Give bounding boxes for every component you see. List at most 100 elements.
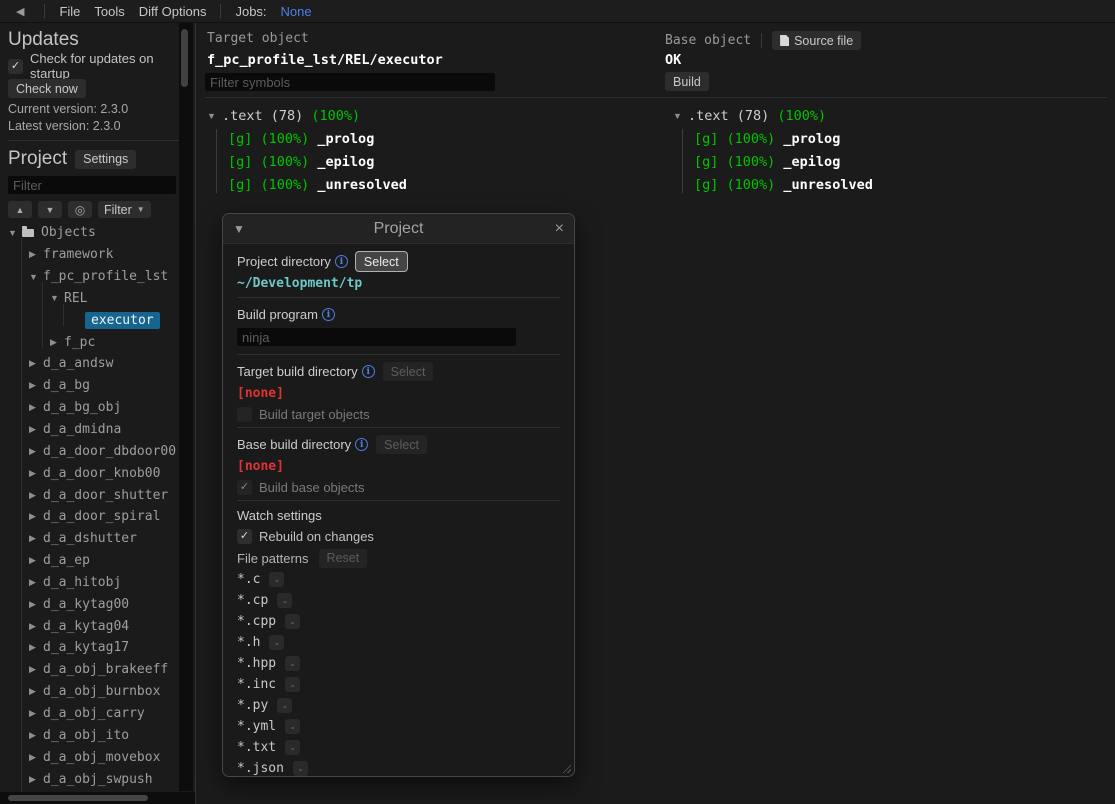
build-program-input[interactable] xyxy=(237,328,516,346)
check-now-button[interactable]: Check now xyxy=(8,79,86,98)
sidebar-vscrollbar-thumb[interactable] xyxy=(181,29,188,87)
chevron-collapsed-icon[interactable]: ▶ xyxy=(29,380,43,391)
chevron-expanded-icon[interactable]: ▼ xyxy=(8,228,22,238)
remove-pattern-button[interactable]: - xyxy=(285,677,300,692)
chevron-collapsed-icon[interactable]: ▶ xyxy=(29,577,43,588)
tree-item-d_a_andsw[interactable]: ▶d_a_andsw xyxy=(8,353,187,375)
symbol-filter-input[interactable] xyxy=(205,73,495,91)
tree-item-d_a_kytag17[interactable]: ▶d_a_kytag17 xyxy=(8,637,187,659)
sidebar-hscrollbar-track[interactable] xyxy=(0,792,195,804)
project-settings-button[interactable]: Settings xyxy=(75,150,136,169)
remove-pattern-button[interactable]: - xyxy=(285,656,300,671)
chevron-collapsed-icon[interactable]: ▶ xyxy=(29,708,43,719)
tree-item-d_a_dshutter[interactable]: ▶d_a_dshutter xyxy=(8,528,187,550)
tree-item-Objects[interactable]: ▼Objects xyxy=(8,222,187,244)
close-icon[interactable]: × xyxy=(544,220,564,238)
build-target-objects-checkbox[interactable]: Build target objects xyxy=(237,405,560,423)
chevron-collapsed-icon[interactable]: ▶ xyxy=(29,642,43,653)
build-button[interactable]: Build xyxy=(665,72,709,91)
rebuild-on-changes-checkbox[interactable]: ✓ Rebuild on changes xyxy=(237,527,560,545)
build-base-objects-checkbox[interactable]: ✓ Build base objects xyxy=(237,478,560,496)
remove-pattern-button[interactable]: - xyxy=(285,614,300,629)
chevron-collapsed-icon[interactable]: ▶ xyxy=(29,490,43,501)
menu-tools[interactable]: Tools xyxy=(94,4,124,19)
symbol-row-_epilog[interactable]: [g] (100%) _epilog xyxy=(228,150,407,173)
section-header-row[interactable]: ▼.text (78) (100%) xyxy=(673,104,873,127)
dialog-collapse-icon[interactable]: ▼ xyxy=(233,222,253,236)
chevron-collapsed-icon[interactable]: ▶ xyxy=(29,249,43,260)
tree-item-framework[interactable]: ▶framework xyxy=(8,244,187,266)
tree-item-d_a_door_shutter[interactable]: ▶d_a_door_shutter xyxy=(8,484,187,506)
tree-item-d_a_bg_obj[interactable]: ▶d_a_bg_obj xyxy=(8,397,187,419)
tree-item-d_a_hitobj[interactable]: ▶d_a_hitobj xyxy=(8,572,187,594)
tree-item-d_a_door_dbdoor00[interactable]: ▶d_a_door_dbdoor00 xyxy=(8,440,187,462)
tree-item-d_a_obj_ito[interactable]: ▶d_a_obj_ito xyxy=(8,724,187,746)
target-build-select-button[interactable]: Select xyxy=(383,362,434,381)
remove-pattern-button[interactable]: - xyxy=(293,761,308,776)
chevron-collapsed-icon[interactable]: ▶ xyxy=(29,446,43,457)
tree-item-d_a_bg[interactable]: ▶d_a_bg xyxy=(8,375,187,397)
chevron-expanded-icon[interactable]: ▼ xyxy=(50,293,64,303)
base-build-select-button[interactable]: Select xyxy=(376,435,427,454)
tree-item-REL[interactable]: ▼REL xyxy=(8,288,187,310)
chevron-expanded-icon[interactable]: ▼ xyxy=(207,111,222,121)
menu-diff-options[interactable]: Diff Options xyxy=(139,4,207,19)
jobs-none-link[interactable]: None xyxy=(281,4,312,19)
tree-item-d_a_kytag00[interactable]: ▶d_a_kytag00 xyxy=(8,593,187,615)
chevron-collapsed-icon[interactable]: ▶ xyxy=(29,752,43,763)
symbol-row-_prolog[interactable]: [g] (100%) _prolog xyxy=(228,127,407,150)
chevron-expanded-icon[interactable]: ▼ xyxy=(29,272,43,282)
source-file-button[interactable]: Source file xyxy=(772,31,861,50)
chevron-collapsed-icon[interactable]: ▶ xyxy=(29,511,43,522)
remove-pattern-button[interactable]: - xyxy=(285,719,300,734)
chevron-collapsed-icon[interactable]: ▶ xyxy=(29,686,43,697)
chevron-collapsed-icon[interactable]: ▶ xyxy=(29,599,43,610)
dialog-resize-handle[interactable] xyxy=(560,762,571,773)
sidebar-vscrollbar-track[interactable] xyxy=(179,23,193,791)
project-dialog-titlebar[interactable]: ▼ Project × xyxy=(223,214,574,244)
chevron-collapsed-icon[interactable]: ▶ xyxy=(29,730,43,741)
menu-file[interactable]: File xyxy=(59,4,80,19)
tree-item-d_a_door_knob00[interactable]: ▶d_a_door_knob00 xyxy=(8,462,187,484)
collapse-all-up-icon[interactable]: ▲ xyxy=(8,201,32,218)
remove-pattern-button[interactable]: - xyxy=(285,740,300,755)
remove-pattern-button[interactable]: - xyxy=(269,572,284,587)
tree-item-d_a_obj_movebox[interactable]: ▶d_a_obj_movebox xyxy=(8,746,187,768)
back-icon[interactable]: ◀ xyxy=(10,5,30,18)
remove-pattern-button[interactable]: - xyxy=(277,698,292,713)
symbol-row-_unresolved[interactable]: [g] (100%) _unresolved xyxy=(694,173,873,196)
tree-item-f_pc[interactable]: ▶f_pc xyxy=(8,331,187,353)
chevron-collapsed-icon[interactable]: ▶ xyxy=(29,664,43,675)
chevron-collapsed-icon[interactable]: ▶ xyxy=(29,424,43,435)
tree-item-d_a_obj_swpush[interactable]: ▶d_a_obj_swpush xyxy=(8,768,187,790)
chevron-collapsed-icon[interactable]: ▶ xyxy=(29,774,43,785)
locate-object-icon[interactable]: ◎ xyxy=(68,201,92,218)
tree-item-d_a_ep[interactable]: ▶d_a_ep xyxy=(8,550,187,572)
tree-item-d_a_obj_carry[interactable]: ▶d_a_obj_carry xyxy=(8,703,187,725)
section-header-row[interactable]: ▼.text (78) (100%) xyxy=(207,104,407,127)
tree-item-d_a_obj_burnbox[interactable]: ▶d_a_obj_burnbox xyxy=(8,681,187,703)
remove-pattern-button[interactable]: - xyxy=(277,593,292,608)
chevron-collapsed-icon[interactable]: ▶ xyxy=(29,402,43,413)
chevron-collapsed-icon[interactable]: ▶ xyxy=(50,337,64,348)
sidebar-hscrollbar-thumb[interactable] xyxy=(8,795,148,801)
chevron-collapsed-icon[interactable]: ▶ xyxy=(29,555,43,566)
symbol-row-_epilog[interactable]: [g] (100%) _epilog xyxy=(694,150,873,173)
info-icon[interactable]: i xyxy=(355,438,368,451)
tree-item-d_a_obj_brakeeff[interactable]: ▶d_a_obj_brakeeff xyxy=(8,659,187,681)
info-icon[interactable]: i xyxy=(362,365,375,378)
tree-item-d_a_kytag04[interactable]: ▶d_a_kytag04 xyxy=(8,615,187,637)
remove-pattern-button[interactable]: - xyxy=(269,635,284,650)
reset-patterns-button[interactable]: Reset xyxy=(319,549,368,568)
tree-item-d_a_dmidna[interactable]: ▶d_a_dmidna xyxy=(8,419,187,441)
symbol-row-_unresolved[interactable]: [g] (100%) _unresolved xyxy=(228,173,407,196)
info-icon[interactable]: i xyxy=(322,308,335,321)
symbol-row-_prolog[interactable]: [g] (100%) _prolog xyxy=(694,127,873,150)
chevron-collapsed-icon[interactable]: ▶ xyxy=(29,468,43,479)
tree-item-f_pc_profile_lst[interactable]: ▼f_pc_profile_lst xyxy=(8,266,187,288)
tree-item-executor[interactable]: executor xyxy=(8,309,187,331)
tree-item-d_a_door_spiral[interactable]: ▶d_a_door_spiral xyxy=(8,506,187,528)
check-updates-checkbox[interactable]: ✓ Check for updates on startup xyxy=(8,57,187,75)
chevron-collapsed-icon[interactable]: ▶ xyxy=(29,621,43,632)
project-directory-select-button[interactable]: Select xyxy=(356,252,407,271)
